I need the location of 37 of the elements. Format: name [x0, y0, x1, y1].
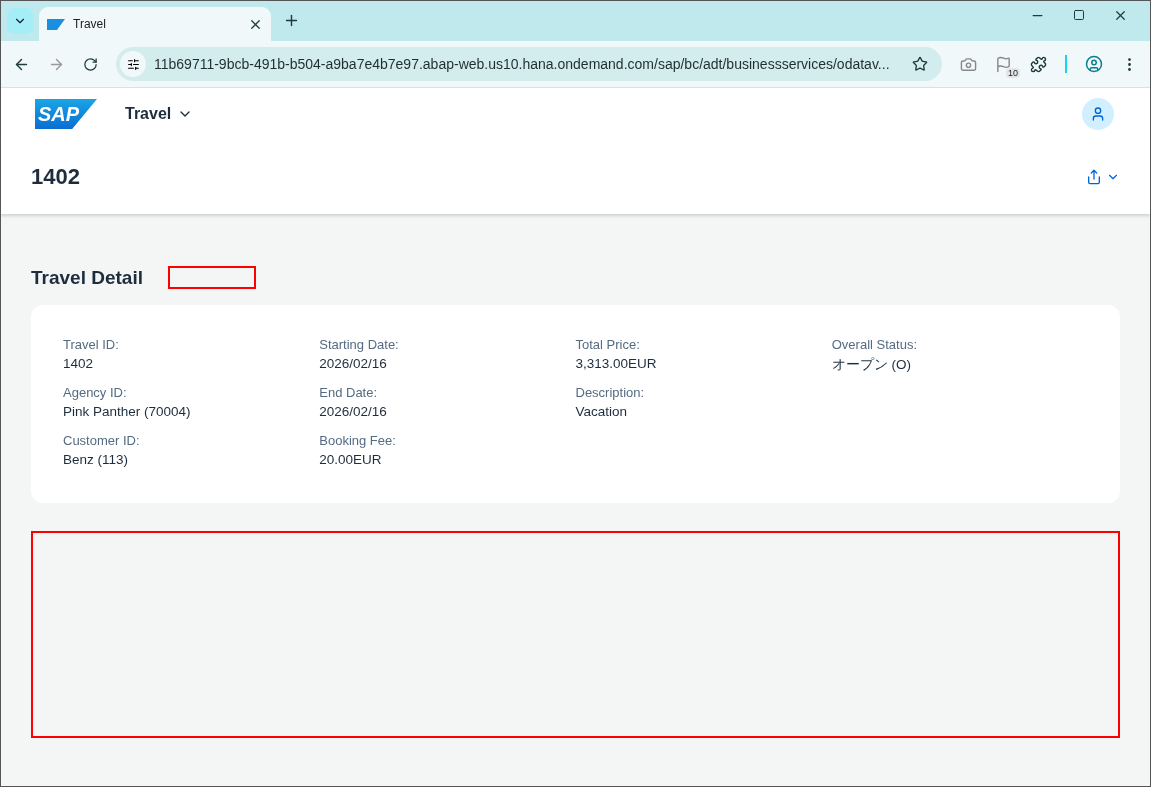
share-icon	[1086, 169, 1102, 185]
field-label: Agency ID:	[63, 385, 128, 400]
star-icon[interactable]	[912, 56, 928, 72]
field-value: 3,313.00EUR	[575, 356, 658, 371]
address-bar[interactable]: 11b69711-9bcb-491b-b504-a9ba7e4b7e97.abap-web.us10.hana.ondemand.com/sap/bc/adt/businessservices/odatav...	[116, 47, 942, 81]
flag-count: 10	[1006, 67, 1020, 78]
object-title: 1402	[31, 164, 80, 190]
sap-logo: SAP	[35, 99, 97, 129]
maximize-icon[interactable]	[1073, 7, 1085, 23]
field-label: Starting Date:	[319, 337, 400, 352]
field-label: Total Price:	[575, 337, 641, 352]
camera-icon[interactable]	[960, 55, 977, 73]
sap-favicon-icon	[47, 18, 65, 30]
field-value: オープン (O)	[831, 356, 912, 374]
extensions-icon[interactable]	[1030, 55, 1047, 73]
field-label: Customer ID:	[63, 433, 141, 448]
field-value: 20.00EUR	[319, 452, 383, 467]
field-value: Pink Panther (70004)	[63, 404, 192, 419]
browser-tab[interactable]: Travel	[39, 7, 271, 41]
app-title-menu[interactable]: Travel	[125, 105, 194, 123]
field-value: Vacation	[575, 404, 629, 419]
reload-icon[interactable]	[83, 56, 98, 72]
field-label: Travel ID:	[63, 337, 120, 352]
field-label: End Date:	[319, 385, 379, 400]
field-label: Description:	[575, 385, 646, 400]
site-settings-icon[interactable]	[120, 51, 146, 77]
user-avatar[interactable]	[1082, 98, 1114, 130]
field-value: 2026/02/16	[319, 356, 388, 371]
field-value: 1402	[63, 356, 95, 371]
field-value: Benz (113)	[63, 452, 130, 467]
share-menu-button[interactable]	[1086, 169, 1120, 185]
section-title: Travel Detail	[31, 266, 143, 289]
field-label: Overall Status:	[831, 337, 918, 352]
field-value: 2026/02/16	[319, 404, 388, 419]
field-label: Booking Fee:	[319, 433, 397, 448]
new-tab-icon[interactable]	[283, 12, 300, 29]
profile-icon[interactable]	[1085, 55, 1103, 73]
